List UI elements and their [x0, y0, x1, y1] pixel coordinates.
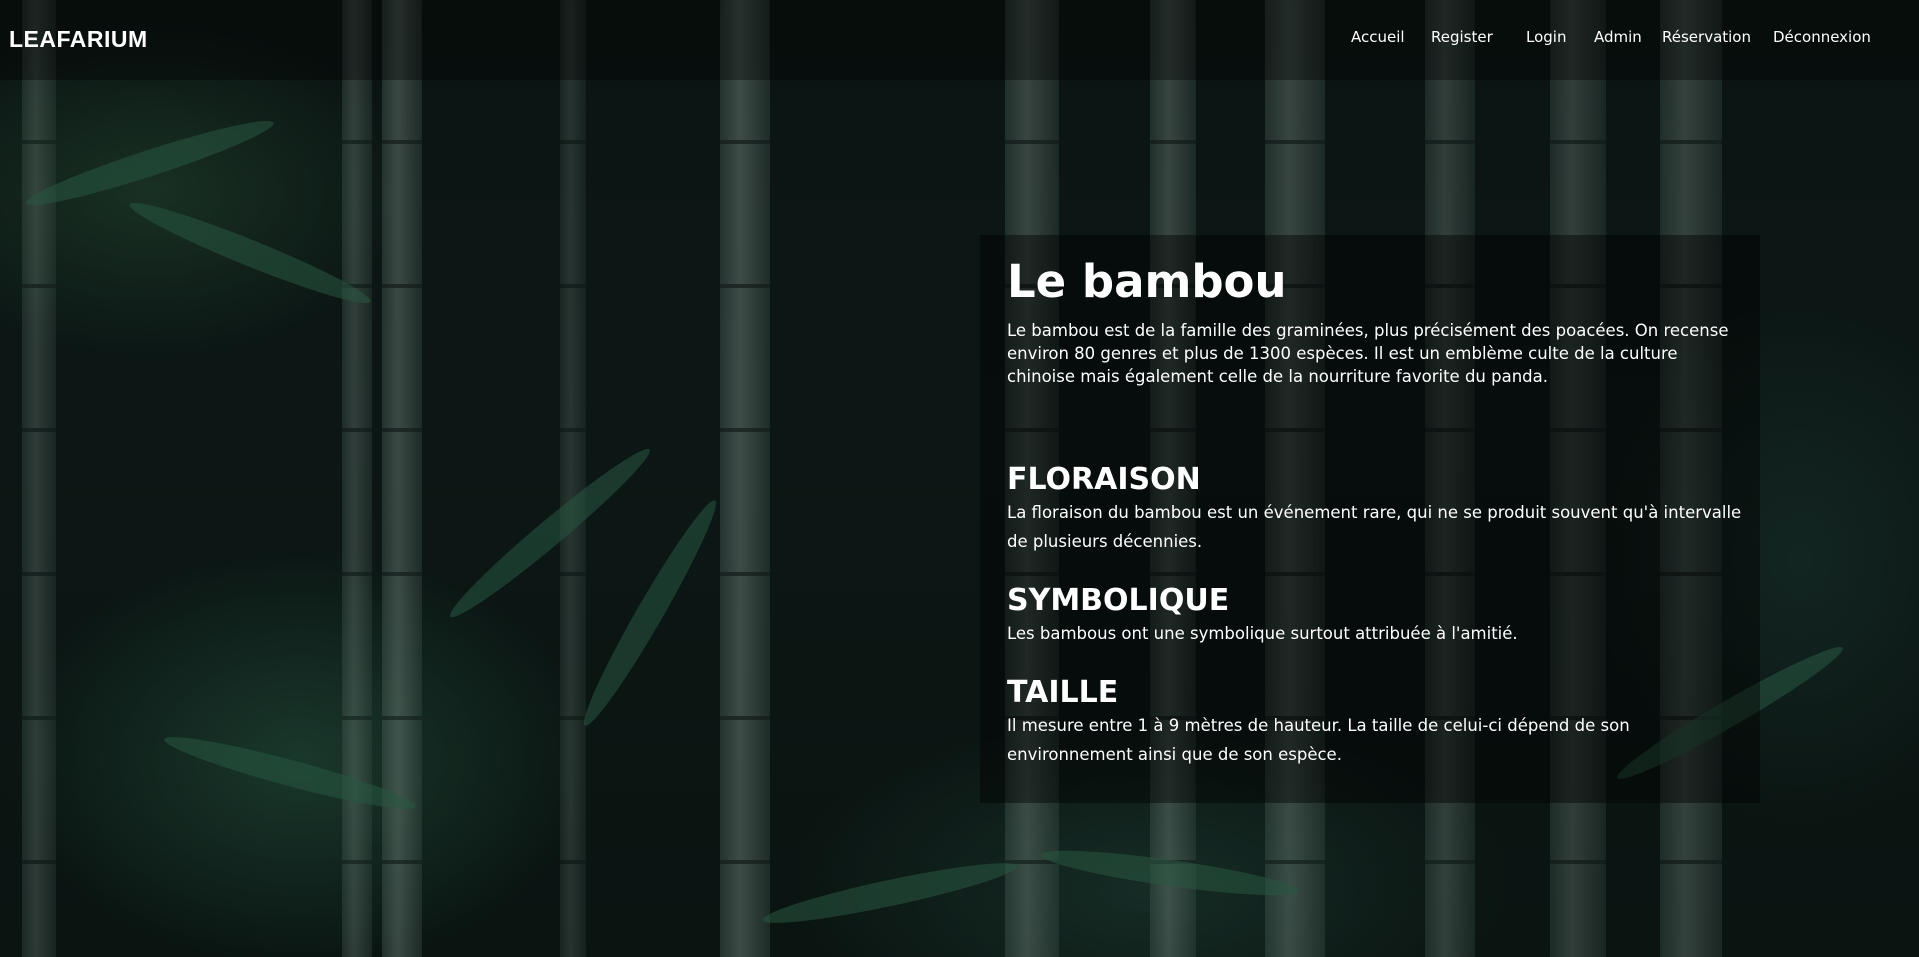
section-symbolique: SYMBOLIQUE Les bambous ont une symboliqu…	[1007, 583, 1747, 648]
section-floraison: FLORAISON La floraison du bambou est un …	[1007, 462, 1747, 556]
navbar: LEAFARIUM Accueil Register Login Admin R…	[0, 0, 1919, 80]
section-title-taille: TAILLE	[1007, 675, 1119, 710]
section-text-taille: Il mesure entre 1 à 9 mètres de hauteur.…	[1007, 716, 1630, 764]
page-title: Le bambou	[1007, 255, 1287, 308]
nav-link-reservation[interactable]: Réservation	[1662, 28, 1751, 46]
section-taille: TAILLE Il mesure entre 1 à 9 mètres de h…	[1007, 675, 1747, 769]
nav-link-deconnexion[interactable]: Déconnexion	[1773, 28, 1871, 46]
nav-link-login[interactable]: Login	[1526, 28, 1566, 46]
main-content: Le bambou Le bambou est de la famille de…	[1007, 254, 1747, 769]
nav-link-register[interactable]: Register	[1431, 28, 1493, 46]
section-title-floraison: FLORAISON	[1007, 462, 1201, 497]
page: LEAFARIUM Accueil Register Login Admin R…	[0, 0, 1919, 957]
section-text-symbolique: Les bambous ont une symbolique surtout a…	[1007, 624, 1518, 643]
section-title-symbolique: SYMBOLIQUE	[1007, 583, 1230, 618]
section-text-floraison: La floraison du bambou est un événement …	[1007, 503, 1742, 551]
brand-logo[interactable]: LEAFARIUM	[9, 26, 148, 53]
nav-link-accueil[interactable]: Accueil	[1351, 28, 1405, 46]
nav-link-admin[interactable]: Admin	[1594, 28, 1642, 46]
intro-paragraph: Le bambou est de la famille des graminée…	[1007, 321, 1729, 386]
